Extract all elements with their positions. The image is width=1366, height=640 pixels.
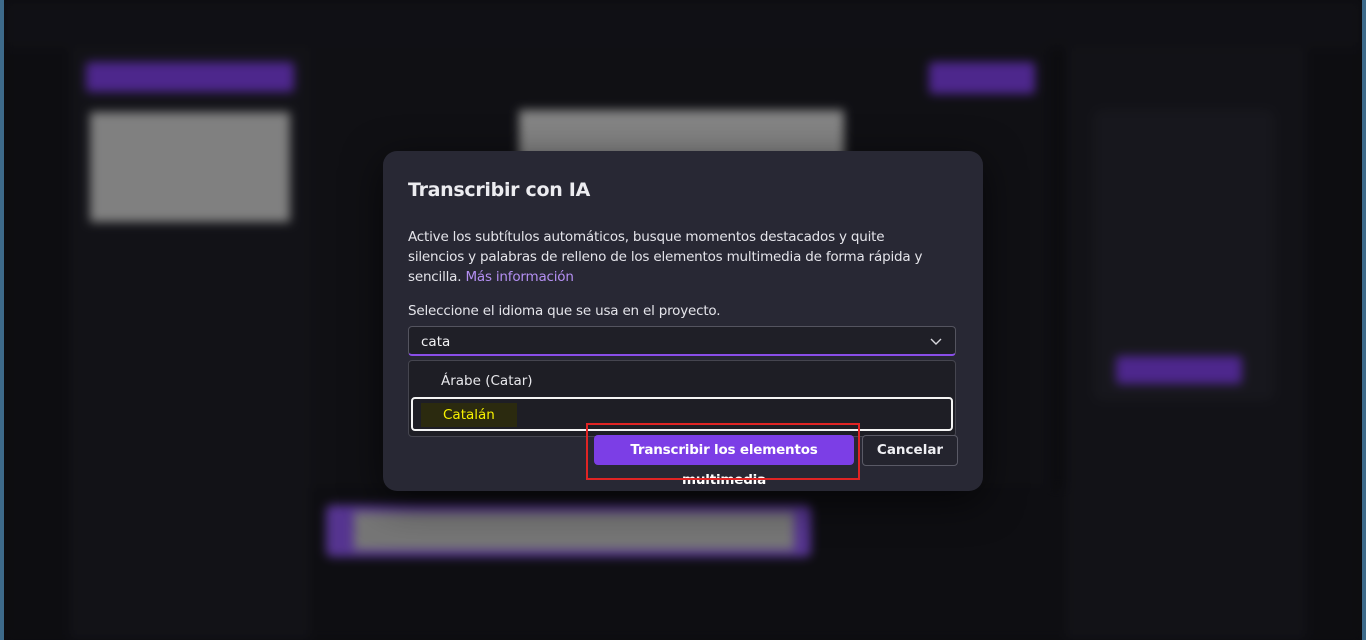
option-catalan-label: Catalán [421, 403, 517, 427]
transcribe-dialog: Transcribir con IA Active los subtítulos… [383, 151, 983, 491]
chevron-down-icon[interactable] [929, 335, 943, 347]
language-combobox[interactable]: cata [408, 326, 956, 356]
dialog-title: Transcribir con IA [408, 179, 590, 201]
language-input-value[interactable]: cata [421, 334, 450, 350]
cancel-button[interactable]: Cancelar [862, 435, 958, 466]
more-info-link[interactable]: Más información [465, 269, 573, 285]
option-arabic-qatar[interactable]: Árabe (Catar) [441, 373, 533, 389]
language-label: Seleccione el idioma que se usa en el pr… [408, 303, 721, 319]
dialog-description: Active los subtítulos automáticos, busqu… [408, 227, 943, 287]
annotation-highlight-box [586, 423, 860, 480]
